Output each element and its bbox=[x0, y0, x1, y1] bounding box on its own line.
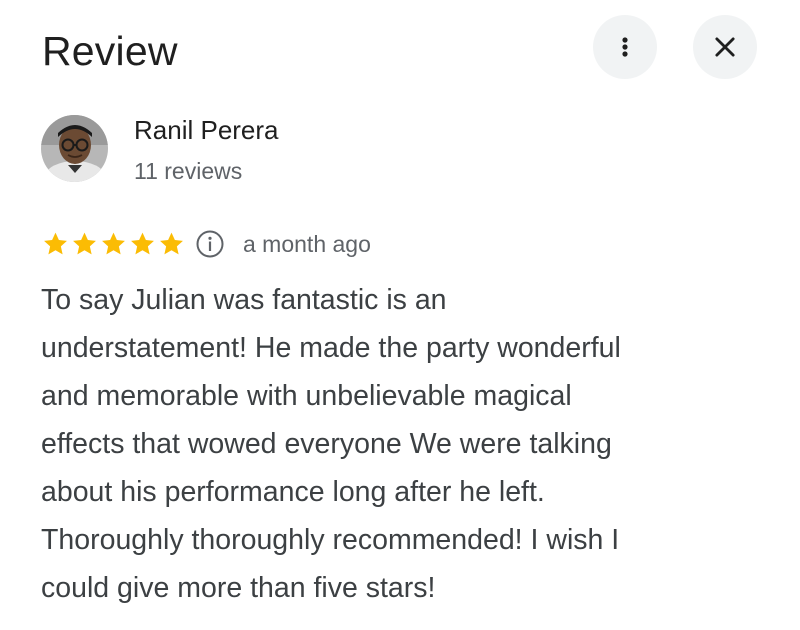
more-vert-icon bbox=[622, 37, 628, 57]
star-rating bbox=[41, 230, 186, 258]
star-icon bbox=[131, 232, 154, 255]
star-icon bbox=[44, 232, 67, 255]
author-name[interactable]: Ranil Perera bbox=[134, 113, 279, 147]
star-icon bbox=[160, 232, 183, 255]
avatar[interactable] bbox=[41, 115, 108, 182]
more-options-button[interactable] bbox=[593, 15, 657, 79]
author-review-count: 11 reviews bbox=[134, 158, 243, 184]
star-icon bbox=[102, 232, 125, 255]
review-time: a month ago bbox=[243, 231, 371, 257]
avatar-photo bbox=[41, 115, 108, 182]
rating-row: a month ago bbox=[41, 226, 371, 262]
page-title: Review bbox=[42, 28, 178, 74]
star-icon bbox=[73, 232, 96, 255]
close-button[interactable] bbox=[693, 15, 757, 79]
review-dialog: Review Ranil Perera 11 reviews a month a… bbox=[0, 0, 800, 630]
info-icon bbox=[196, 230, 224, 258]
close-icon bbox=[715, 37, 735, 57]
info-button[interactable] bbox=[194, 228, 226, 260]
review-text: To say Julian was fantastic is an unders… bbox=[41, 284, 621, 604]
